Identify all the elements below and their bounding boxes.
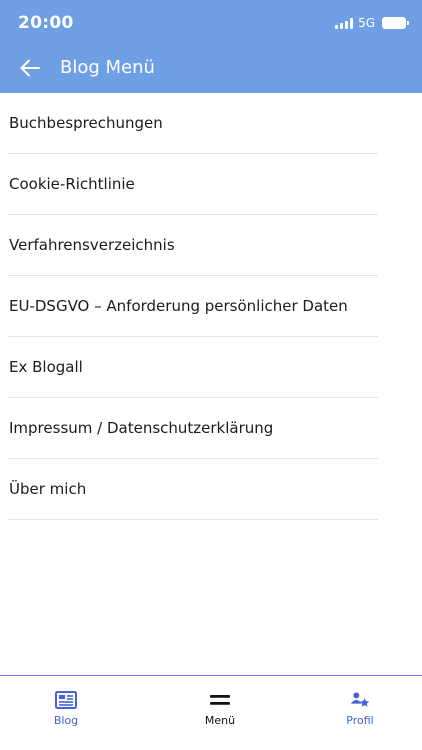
tab-blog-label: Blog [53, 714, 79, 727]
menu-item-impressum[interactable]: Impressum / Datenschutzerklärung [8, 398, 378, 459]
page-title: Blog Menü [60, 57, 155, 78]
tab-profil[interactable]: Profil [315, 690, 405, 730]
menu-item-label: Ex Blogall [9, 358, 83, 376]
tab-profil-label: Profil [346, 714, 374, 727]
arrow-left-icon [20, 59, 40, 77]
menu-item-label: Cookie-Richtlinie [9, 175, 135, 193]
menu-item-verfahrensverzeichnis[interactable]: Verfahrensverzeichnis [8, 215, 378, 276]
menu-item-label: Verfahrensverzeichnis [9, 236, 175, 254]
menu-item-label: Buchbesprechungen [9, 114, 163, 132]
newspaper-icon [55, 690, 77, 710]
status-bar: 20:00 5G [0, 0, 422, 44]
bottom-navigation: Blog Menü Profil [0, 675, 422, 750]
menu-item-ueber-mich[interactable]: Über mich [8, 459, 378, 520]
battery-icon [382, 17, 409, 29]
menu-icon [209, 690, 231, 710]
menu-item-label: Impressum / Datenschutzerklärung [9, 419, 274, 437]
menu-item-label: Über mich [9, 480, 87, 498]
tab-menu-label: Menü [204, 714, 236, 727]
navigation-bar: Blog Menü [0, 44, 422, 93]
menu-item-eu-dsgvo[interactable]: EU-DSGVO – Anforderung persönlicher Date… [8, 276, 378, 337]
status-indicators: 5G [335, 16, 409, 30]
menu-list: Buchbesprechungen Cookie-Richtlinie Verf… [0, 93, 422, 520]
tab-blog[interactable]: Blog [21, 690, 111, 730]
menu-item-cookie-richtlinie[interactable]: Cookie-Richtlinie [8, 154, 378, 215]
back-button[interactable] [14, 52, 46, 84]
status-time: 20:00 [18, 13, 74, 33]
menu-item-label: EU-DSGVO – Anforderung persönlicher Date… [9, 297, 348, 315]
users-icon [349, 690, 371, 710]
tab-menu[interactable]: Menü [175, 690, 265, 730]
menu-item-ex-blogall[interactable]: Ex Blogall [8, 337, 378, 398]
signal-icon [335, 17, 354, 29]
app-header: 20:00 5G Blog Menü [0, 0, 422, 93]
menu-item-buchbesprechungen[interactable]: Buchbesprechungen [8, 93, 378, 154]
network-type: 5G [358, 16, 375, 30]
